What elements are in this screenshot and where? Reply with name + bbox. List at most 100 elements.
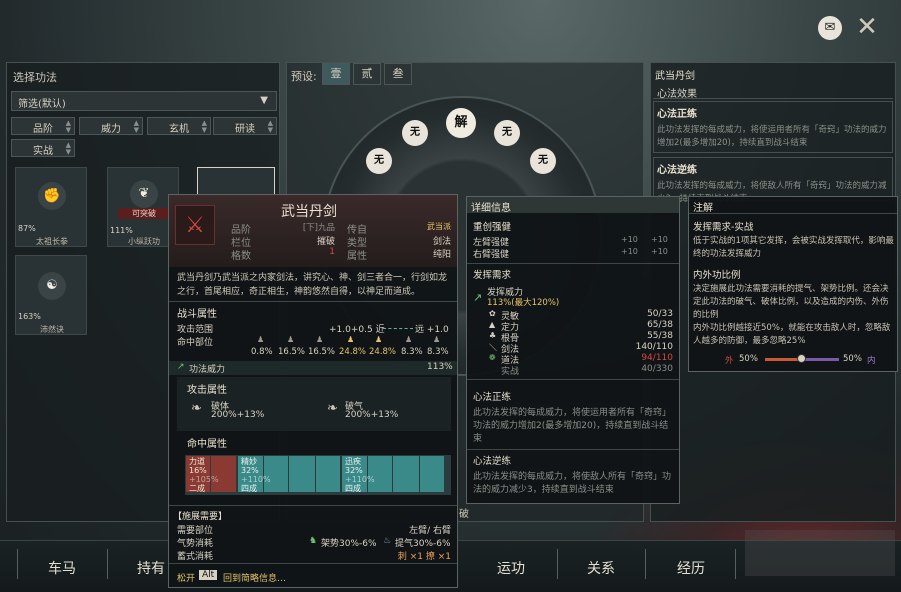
nei-value: 50% [843, 354, 862, 364]
body-part-icon: ♟ [347, 335, 355, 344]
atk-value: 200%+13% [345, 410, 399, 420]
power-icon: ↗ [177, 362, 185, 372]
filter-dropdown[interactable]: 筛选(默认) ▼ [11, 91, 277, 111]
meditation-icon: ☯ [38, 272, 66, 300]
zheng-text: 此功法发挥的每成威力，将使运用者所有「奇窍」功法的威力增加2(最多增加20)，持… [473, 408, 672, 444]
qi-stance: 架势30%-6% [321, 539, 377, 549]
divider [169, 563, 457, 564]
bird-icon: ❦ [130, 180, 158, 208]
hit-value: 16.5% [308, 347, 336, 357]
seg-name: 精妙 [241, 457, 257, 466]
preset-tab-2[interactable]: 贰 [353, 63, 381, 85]
nav-jingli[interactable]: 经历 [677, 558, 705, 578]
skill-card[interactable]: ☯ 163% 沛然诀 [15, 255, 87, 335]
seg-label: 力道 16% +105% 二成 [189, 457, 219, 493]
body-part-icon: ♟ [287, 335, 295, 344]
seg-sub: +105% [189, 475, 219, 484]
seg-name: 迅疾 [345, 457, 361, 466]
poqi-icon: ❧ [327, 401, 338, 416]
nav-divider [557, 549, 558, 579]
hit-attr-bar: 力道 16% +105% 二成 精妙 32% +110% 四成 迅疾 32% +… [185, 455, 451, 495]
zhongchuang-title: 重创强健 [473, 222, 512, 233]
range-label: 攻击范围 [177, 325, 214, 335]
seg-label: 迅疾 32% +110% 四成 [345, 457, 375, 493]
seg-cheng: 二成 [189, 484, 205, 493]
preset-tab-label: 叁 [392, 67, 404, 80]
attack-title: 攻击属性 [187, 385, 227, 396]
stat-label: 实战 [501, 367, 520, 377]
body-part-icon: ♟ [433, 335, 441, 344]
close-icon[interactable]: ✕ [852, 12, 882, 42]
left-arm-value: +10 [621, 235, 638, 244]
seg-value: 32% [345, 466, 363, 475]
wheel-slot[interactable]: 无 [366, 148, 392, 174]
preset-tab-3[interactable]: 叁 [384, 63, 412, 85]
nav-chema[interactable]: 车马 [48, 558, 76, 578]
stat-value: 40/330 [641, 364, 673, 374]
note-heading: 内外功比例 [693, 270, 741, 281]
nav-divider [17, 549, 18, 579]
nav-placeholder [745, 530, 895, 576]
sort-label: 实战 [33, 146, 53, 157]
stat-value: 65/38 [647, 320, 673, 330]
footer-return: 回到简略信息… [223, 574, 287, 584]
sort-xuanji[interactable]: 玄机 ▲ ▼ [147, 117, 211, 135]
nav-yungong[interactable]: 运功 [497, 558, 525, 578]
sort-label: 品阶 [33, 124, 53, 135]
wheel-slot[interactable]: 无 [402, 120, 428, 146]
panel-title: 选择功法 [13, 71, 57, 84]
zheng-box: 心法正练 此功法发挥的每成威力，将使运用者所有「奇窍」功法的威力增加2(最多增加… [653, 101, 893, 153]
wheel-slot[interactable]: 无 [494, 120, 520, 146]
alt-key[interactable]: Alt [199, 570, 218, 580]
nav-guanxi[interactable]: 关系 [587, 558, 615, 578]
preset-tab-1[interactable]: 壹 [322, 63, 350, 85]
skill-card[interactable]: ✊ 87% 太祖长拳 [15, 167, 87, 247]
sort-label: 研读 [235, 124, 255, 135]
skill-pct: 111% [110, 226, 133, 235]
stat-icon: ✿ [489, 309, 496, 318]
nav-divider [107, 549, 108, 579]
range-value: +1.0+0.5 近 [329, 325, 385, 335]
scroll-icon[interactable]: ✉ [818, 16, 842, 40]
slot-label: 无 [410, 127, 420, 138]
stat-icon: ❁ [489, 353, 496, 362]
effect-label: 心法效果 [657, 89, 697, 100]
body-part-icon: ♟ [375, 335, 383, 344]
nav-divider [645, 549, 646, 579]
detail-tooltip: 详细信息 重创强健 左臂强健 +10 +10 右臂强健 +10 +10 发挥需求… [466, 196, 680, 504]
sort-pinjie[interactable]: 品阶 ▲ ▼ [11, 117, 75, 135]
wheel-slot[interactable]: 无 [530, 148, 556, 174]
qi-breath-icon: ♨ [383, 536, 392, 546]
seg-sub: +110% [345, 475, 375, 484]
nav-chiyou[interactable]: 持有 [137, 558, 165, 578]
footer-release: 松开 [177, 574, 196, 584]
preset-tab-label: 壹 [330, 67, 342, 80]
slot-label: 无 [538, 155, 548, 166]
hit-label: 命中部位 [177, 338, 214, 348]
attr-label: 属性 [347, 251, 367, 262]
wheel-slot-unlock[interactable]: 解 [446, 108, 476, 138]
seg-cheng: 四成 [241, 484, 257, 493]
filter-label: 筛选(默认) [18, 99, 66, 110]
hit-value: 24.8% [339, 347, 367, 357]
power-label: 功法威力 [189, 365, 226, 375]
power-icon: ↗ [473, 291, 483, 304]
right-arm-value: +10 [621, 247, 638, 256]
sword-icon: ⚔ [175, 205, 215, 245]
stat-value: 140/110 [635, 342, 673, 352]
sort-shizhan[interactable]: 实战 ▲ ▼ [11, 139, 75, 157]
skill-tooltip: ⚔ 武当丹剑 品阶 [下]九品 传自 武当派 栏位 摧破 类型 剑法 格数 1 … [168, 194, 458, 588]
sort-yandu[interactable]: 研读 ▲ ▼ [213, 117, 277, 135]
note-text: 低于实战的1项其它发挥，会被实战发挥取代，影响最终的功法发挥威力 [693, 236, 894, 259]
body-part-icon: ♟ [257, 335, 265, 344]
slot-label: 无 [374, 155, 384, 166]
left-arm-value2: +10 [651, 235, 668, 244]
divider [467, 449, 679, 450]
attr-value: 剑法 [432, 237, 451, 247]
nei-label: 内 [867, 356, 876, 366]
cast-title: 【施展需要】 [173, 512, 228, 522]
range-far: 远 +1.0 [415, 325, 449, 335]
seg-value: 32% [241, 466, 259, 475]
hit-attr-title: 命中属性 [187, 439, 227, 450]
sort-weili[interactable]: 威力 ▲ ▼ [79, 117, 143, 135]
